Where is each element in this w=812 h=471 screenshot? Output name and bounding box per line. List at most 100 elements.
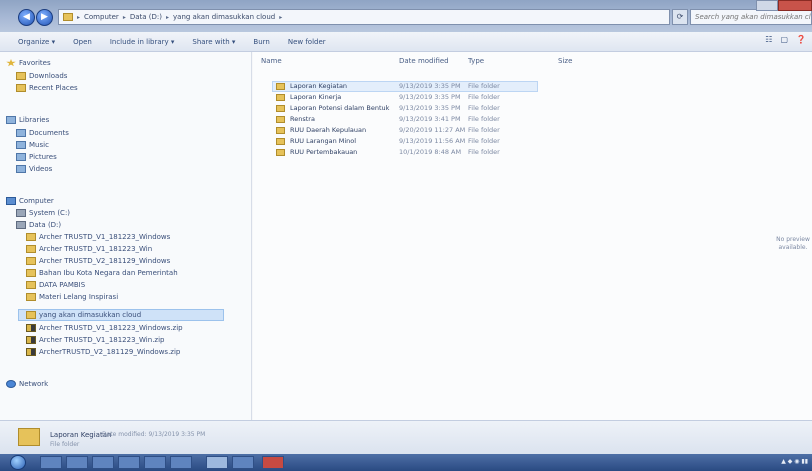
help-icon[interactable]: ❓ [796,35,806,44]
close-button[interactable] [778,0,812,11]
folder-icon [276,83,285,90]
taskbar-app-button[interactable] [66,456,88,469]
nav-item-documents[interactable]: Documents [16,127,69,139]
address-bar[interactable]: ▸ Computer ▸ Data (D:) ▸ yang akan dimas… [58,9,670,25]
chevron-right-icon: ▸ [77,13,81,21]
music-icon [16,141,26,149]
table-row[interactable]: Renstra 9/13/2019 3:41 PM File folder [273,114,593,125]
library-icon [6,116,16,124]
folder-icon [276,149,285,156]
column-header-size[interactable]: Size [558,57,572,67]
taskbar-app-button[interactable] [262,456,284,469]
taskbar-app-button[interactable] [118,456,140,469]
nav-item-folder[interactable]: DATA PAMBIS [26,279,85,291]
folder-icon [26,311,36,319]
no-preview-message: No preview available. [776,236,810,251]
table-row[interactable]: Laporan Kinerja 9/13/2019 3:35 PM File f… [273,92,593,103]
breadcrumb-data-d[interactable]: Data (D:) [130,13,162,21]
nav-item-folder[interactable]: Archer TRUSTD_V2_181129_Windows [26,255,170,267]
organize-button[interactable]: Organize ▾ [18,38,55,46]
nav-libraries[interactable]: Libraries [6,114,49,126]
nav-favorites[interactable]: Favorites [6,57,51,69]
nav-network[interactable]: Network [6,378,48,390]
nav-computer[interactable]: Computer [6,195,54,207]
nav-item-folder[interactable]: Materi Lelang Inspirasi [26,291,118,303]
details-date-modified: Date modified: 9/13/2019 3:35 PM [102,431,206,438]
system-tray[interactable]: ▲ ◆ ◉ ▮▮ [781,458,808,465]
nav-item-zip[interactable]: Archer TRUSTD_V1_181223_Windows.zip [26,322,183,334]
new-folder-button[interactable]: New folder [288,38,326,46]
view-options-icon[interactable]: ☷ [765,35,772,44]
taskbar-app-button[interactable] [144,456,166,469]
drive-icon [16,221,26,229]
folder-icon [26,233,36,241]
search-input[interactable] [690,9,812,25]
table-row[interactable]: RUU Daerah Kepulauan 9/20/2019 11:27 AM … [273,125,593,136]
nav-item-current-folder[interactable]: yang akan dimasukkan cloud [26,309,141,321]
folder-icon [276,138,285,145]
column-header-name[interactable]: Name [261,57,282,67]
nav-item-pictures[interactable]: Pictures [16,151,57,163]
videos-icon [16,165,26,173]
column-header-type[interactable]: Type [468,57,484,67]
navigation-pane: Favorites Downloads Recent Places Librar… [0,52,252,420]
minimize-button[interactable] [756,0,778,11]
folder-icon [276,127,285,134]
taskbar-app-button[interactable] [40,456,62,469]
breadcrumb-computer[interactable]: Computer [84,13,119,21]
nav-item-downloads[interactable]: Downloads [16,70,67,82]
back-button[interactable]: ◀ [18,9,35,26]
table-row[interactable]: RUU Larangan Minol 9/13/2019 11:56 AM Fi… [273,136,593,147]
start-button[interactable] [10,455,26,470]
zip-archive-icon [26,336,36,344]
table-row[interactable]: RUU Pertembakauan 10/1/2019 8:48 AM File… [273,147,593,158]
share-with-button[interactable]: Share with ▾ [192,38,235,46]
forward-button[interactable]: ▶ [36,9,53,26]
details-item-type: File folder [50,441,80,448]
nav-item-recent-places[interactable]: Recent Places [16,82,78,94]
nav-item-system-c[interactable]: System (C:) [16,207,70,219]
nav-item-folder[interactable]: Archer TRUSTD_V1_181223_Win [26,243,152,255]
taskbar-app-button[interactable] [232,456,254,469]
nav-item-data-d[interactable]: Data (D:) [16,219,61,231]
computer-icon [6,197,16,205]
taskbar-app-button[interactable] [170,456,192,469]
file-list: Name Date modified Type Size Laporan Keg… [253,52,812,420]
include-in-library-button[interactable]: Include in library ▾ [110,38,175,46]
nav-item-music[interactable]: Music [16,139,49,151]
folder-icon [16,84,26,92]
zip-archive-icon [26,324,36,332]
folder-icon [26,245,36,253]
preview-pane-icon[interactable]: ▢ [780,35,788,44]
refresh-button[interactable]: ⟳ [672,9,688,25]
star-icon [6,59,16,67]
table-row[interactable]: Laporan Potensi dalam Bentuk 9/13/2019 3… [273,103,593,114]
nav-item-folder[interactable]: Bahan Ibu Kota Negara dan Pemerintah [26,267,178,279]
taskbar-app-button[interactable] [92,456,114,469]
taskbar: ▲ ◆ ◉ ▮▮ [0,454,812,471]
nav-item-folder[interactable]: Archer TRUSTD_V1_181223_Windows [26,231,170,243]
chevron-right-icon: ▸ [166,13,170,21]
open-button[interactable]: Open [73,38,92,46]
nav-item-videos[interactable]: Videos [16,163,52,175]
burn-button[interactable]: Burn [253,38,269,46]
folder-icon [16,72,26,80]
command-bar: Organize ▾ Open Include in library ▾ Sha… [0,32,812,52]
nav-item-zip[interactable]: Archer TRUSTD_V1_181223_Win.zip [26,334,164,346]
pictures-icon [16,153,26,161]
folder-icon [26,293,36,301]
folder-icon [276,94,285,101]
folder-icon [26,281,36,289]
documents-icon [16,129,26,137]
taskbar-explorer-button[interactable] [206,456,228,469]
chevron-right-icon: ▸ [279,13,283,21]
folder-icon [276,116,285,123]
table-row[interactable]: Laporan Kegiatan 9/13/2019 3:35 PM File … [273,81,593,92]
folder-icon [26,269,36,277]
zip-archive-icon [26,348,36,356]
breadcrumb-current-folder[interactable]: yang akan dimasukkan cloud [173,13,275,21]
folder-icon [63,13,73,21]
nav-item-zip[interactable]: ArcherTRUSTD_V2_181129_Windows.zip [26,346,180,358]
address-toolbar: ◀ ▶ ▸ Computer ▸ Data (D:) ▸ yang akan d… [0,0,812,32]
column-header-date[interactable]: Date modified [399,57,449,67]
